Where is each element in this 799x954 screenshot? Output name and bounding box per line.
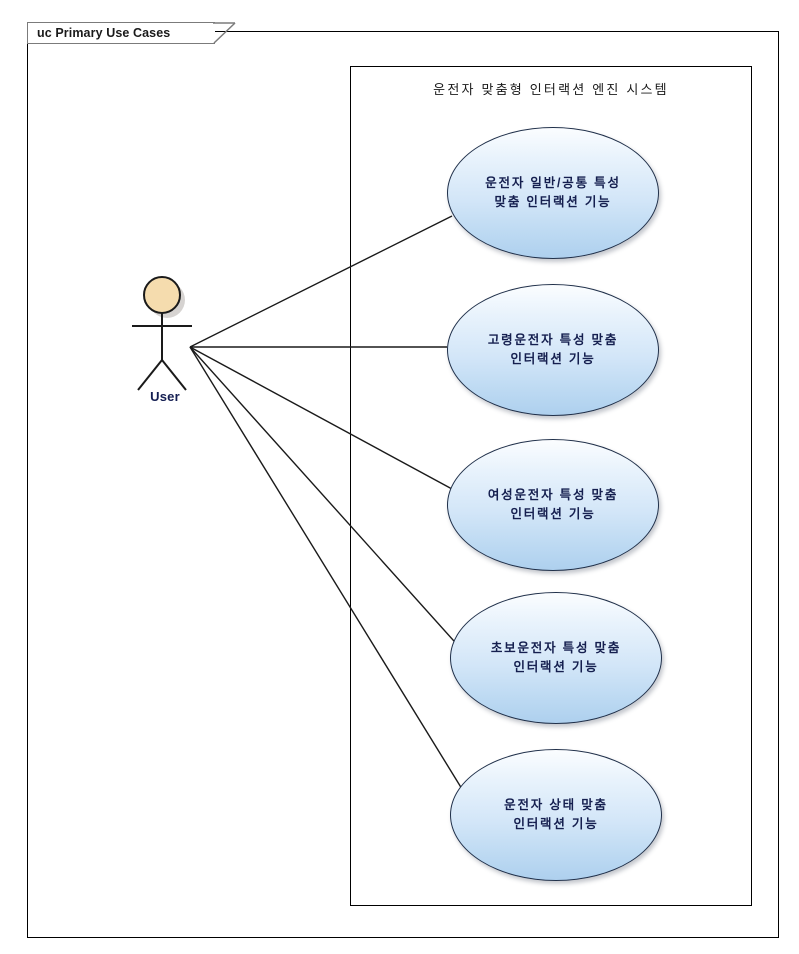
usecase-uc4[interactable]: 초보운전자 특성 맞춤 인터랙션 기능 [450,592,662,724]
usecase-uc1[interactable]: 운전자 일반/공통 특성 맞춤 인터랙션 기능 [447,127,659,259]
usecase-uc2[interactable]: 고령운전자 특성 맞춤 인터랙션 기능 [447,284,659,416]
frame-title-label: uc Primary Use Cases [37,26,171,40]
usecase-uc2-label: 고령운전자 특성 맞춤 인터랙션 기능 [487,333,619,366]
usecase-uc1-label: 운전자 일반/공통 특성 맞춤 인터랙션 기능 [485,176,621,209]
system-boundary-title: 운전자 맞춤형 인터랙션 엔진 시스템 [433,82,669,97]
usecase-uc5-label: 운전자 상태 맞춤 인터랙션 기능 [504,798,608,831]
actor-head [143,276,181,314]
diagram-canvas: uc Primary Use Cases 운전자 맞춤형 인터랙션 엔진 시스템… [0,0,799,954]
usecase-uc3-label: 여성운전자 특성 맞춤 인터랙션 기능 [487,488,619,521]
actor-label-user: User [150,389,180,404]
usecase-uc3[interactable]: 여성운전자 특성 맞춤 인터랙션 기능 [447,439,659,571]
actor-left-leg [137,359,163,391]
usecase-uc5[interactable]: 운전자 상태 맞춤 인터랙션 기능 [450,749,662,881]
frame-tab-slant-edge [213,22,236,44]
usecase-uc4-label: 초보운전자 특성 맞춤 인터랙션 기능 [490,641,622,674]
actor-right-leg [161,359,187,391]
